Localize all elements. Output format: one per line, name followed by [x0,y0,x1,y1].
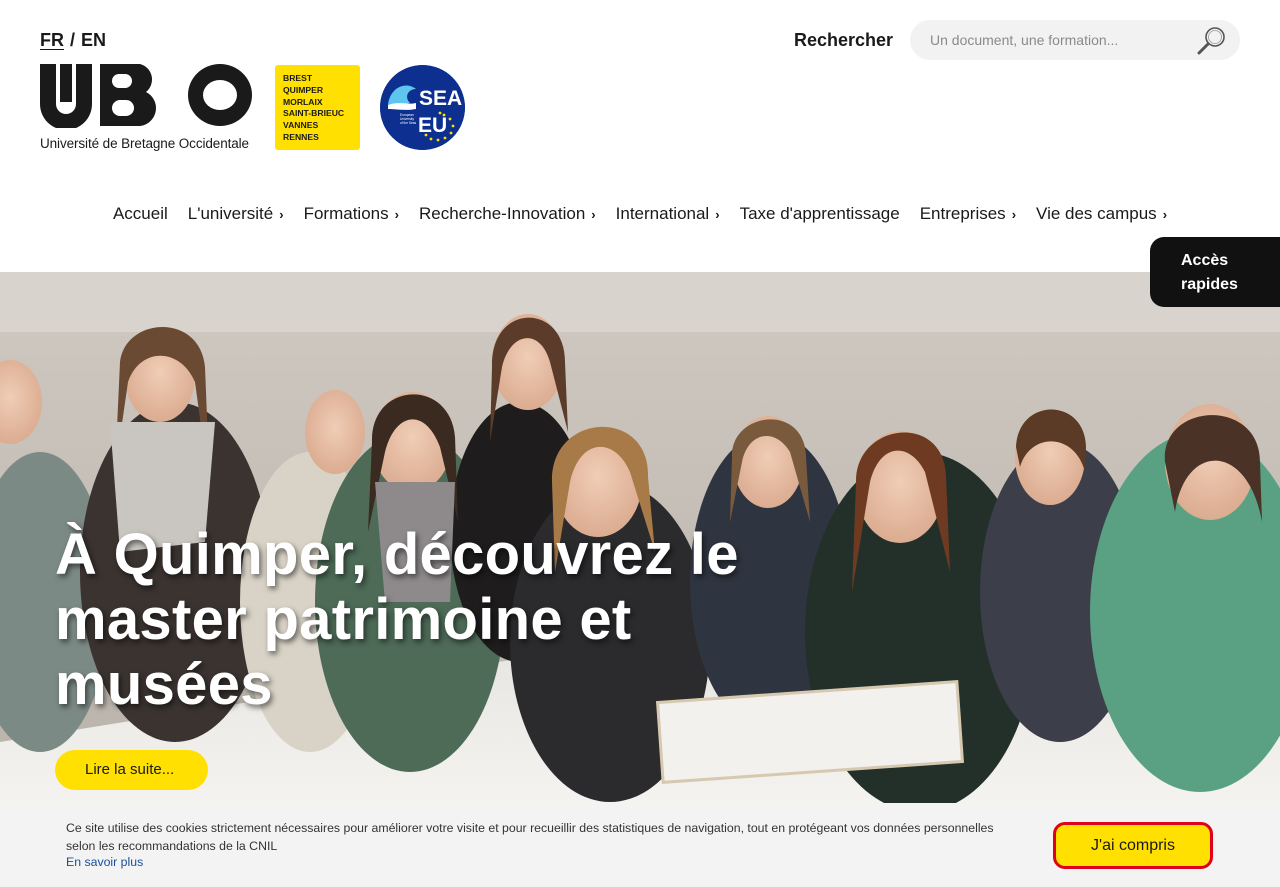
nav-item-taxe-apprentissage[interactable]: Taxe d'apprentissage [730,202,910,226]
cookie-text: Ce site utilise des cookies strictement … [66,821,994,853]
sea-eu-line1: SEA [419,87,462,110]
hero-title[interactable]: À Quimper, découvrez le master patrimoin… [55,522,815,717]
sea-eu-line2: EU [418,114,447,137]
quick-access-button[interactable]: Accès rapides [1150,237,1280,307]
sea-eu-tagline: of the Seas [400,121,417,125]
nav-item-label: L'université [187,204,274,223]
nav-item-entreprises[interactable]: Entreprises › [910,202,1026,226]
main-navigation: Accueil L'université › Formations › Recher… [0,202,1280,226]
cookie-accept-button[interactable]: J'ai compris [1053,822,1213,869]
chevron-right-icon: › [279,206,284,222]
nav-item-label: Accueil [112,204,168,223]
city-label: BREST [283,73,313,83]
city-label: RENNES [283,131,319,142]
quick-access-line1: Accès [1181,252,1229,269]
ubo-logo-subtitle: Université de Bretagne Occidentale [40,136,249,151]
read-more-button[interactable]: Lire la suite... [55,750,208,790]
lang-separator: / [70,30,76,50]
ubo-logo[interactable]: Université de Bretagne Occidentale [40,64,254,154]
nav-item-label: Formations [303,204,389,223]
chevron-right-icon: › [1011,206,1017,222]
sea-eu-emblem-icon: SEA EU European University of the Seas [380,65,465,150]
nav-item-recherche-innovation[interactable]: Recherche-Innovation › [409,202,606,226]
nav-item-formations[interactable]: Formations › [294,202,409,226]
lang-fr-link[interactable]: FR [40,30,64,50]
cookie-banner: Ce site utilise des cookies strictement … [0,803,1280,887]
cookie-learn-more-link[interactable]: En savoir plus [66,855,143,869]
chevron-right-icon: › [1162,206,1168,222]
chevron-right-icon: › [715,206,720,222]
nav-item-label: Recherche-Innovation [418,204,586,223]
nav-item-label: Entreprises [919,204,1006,223]
cities-badge: BREST QUIMPER MORLAIX SAINT-BRIEUC VANNE… [275,65,360,150]
quick-access-line2: rapides [1181,276,1238,293]
search-icon [1197,27,1225,55]
nav-item-label: Taxe d'apprentissage [739,204,900,223]
lang-en-link[interactable]: EN [81,30,106,50]
search-box [910,20,1240,60]
language-switcher: FR / EN [40,30,106,51]
nav-item-international[interactable]: International › [606,202,730,226]
city-label: SAINT-BRIEUC [283,108,345,119]
city-label: QUIMPER [283,84,324,95]
nav-item-label: International [615,204,710,223]
city-label: VANNES [283,120,319,131]
ubo-wordmark-icon [40,64,252,130]
search-input[interactable] [930,20,1190,60]
hero-banner: À Quimper, découvrez le master patrimoin… [0,272,1280,803]
nav-item-label: Vie des campus [1036,204,1157,223]
sea-eu-logo[interactable]: SEA EU European University of the Seas [380,65,465,150]
search-button[interactable] [1196,25,1228,55]
nav-item-universite[interactable]: L'université › [178,202,294,226]
nav-item-vie-des-campus[interactable]: Vie des campus › [1026,202,1177,226]
chevron-right-icon: › [591,206,596,222]
chevron-right-icon: › [394,206,399,222]
search-label[interactable]: Rechercher [794,30,893,51]
nav-item-accueil[interactable]: Accueil [103,202,178,226]
city-label: MORLAIX [283,96,323,107]
